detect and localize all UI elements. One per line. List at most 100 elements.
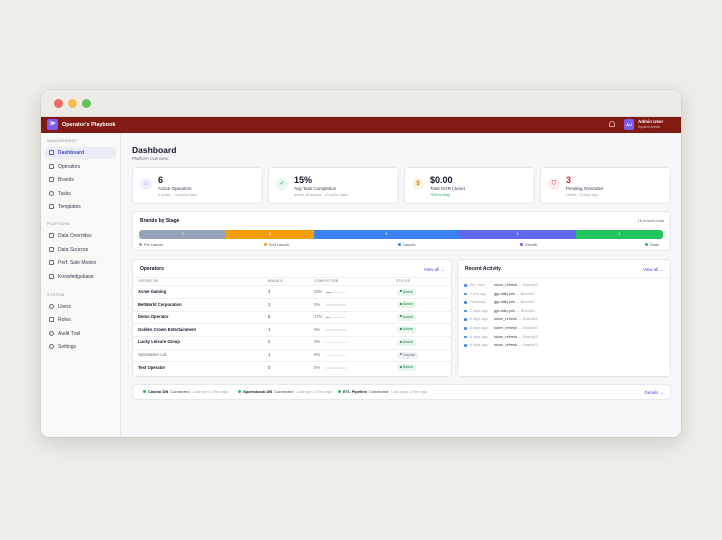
operator-name[interactable]: Test Operator [138, 365, 165, 371]
card-title: Brands by Stage [140, 218, 180, 224]
list-item[interactable]: 1 h+s ago ggr.daily.pull — Brand#1 [464, 290, 664, 298]
activity-dot [464, 344, 467, 347]
list-item[interactable]: 5m+ now token_refresh — Brand#3 [464, 281, 664, 289]
column-header[interactable]: COMPLETION [314, 279, 338, 284]
app-title[interactable]: Operator's Playbook [62, 120, 116, 130]
sidebar-item-data-overrides[interactable]: Data Overrides [45, 230, 116, 242]
list-item[interactable]: 2 days ago ggr.daily.pull — Brand#1 [464, 307, 664, 315]
status-badge: Active [397, 313, 416, 321]
kpi-label: Avg Task Completion [294, 186, 337, 191]
table-row[interactable]: SpinMaster Ltd 1 0% Inactive [133, 349, 451, 362]
sidebar-section-platform: PLATFORM [47, 222, 70, 226]
stage-count: 4 [516, 232, 519, 236]
activity-text: token_refresh — Brand#3 [494, 326, 538, 330]
window-chrome [41, 90, 681, 117]
sidebar-item-audit-trail[interactable]: Audit Trail [45, 328, 116, 340]
column-header[interactable]: STATUS [396, 279, 410, 284]
sidebar-item-templates[interactable]: Templates [45, 201, 116, 213]
maximize-window-button[interactable] [82, 99, 91, 108]
stage-segment-launch[interactable]: 5 [313, 230, 460, 239]
operator-name[interactable]: Lucky Leisure Group [138, 339, 180, 345]
kpi-sub: +0% vs May [430, 193, 450, 197]
brands-total: 18 brands total [637, 218, 664, 223]
operator-name[interactable]: Demo Operator [138, 314, 168, 320]
sidebar-item-dashboard[interactable]: Dashboard [45, 147, 116, 159]
legend-item: Scale [645, 243, 660, 248]
activity-time: 5m+ now [470, 283, 485, 287]
sidebar-item-brands[interactable]: Brands [45, 174, 116, 186]
activity-dot [464, 292, 467, 296]
file-icon [49, 204, 54, 209]
system-item-sportsbook-db: Sportsbook DB Connected Last sync 17hrs ag… [238, 385, 332, 399]
history-icon [49, 331, 54, 336]
stage-segment-pre-launch[interactable]: 3 [139, 230, 227, 239]
table-row[interactable]: Lucky Leisure Group 2 0% Active [133, 336, 451, 349]
list-item[interactable]: 5 days ago token_refresh — Brand#3 [464, 324, 664, 332]
sidebar-item-users[interactable]: Users [45, 301, 116, 313]
activity-dot [464, 284, 467, 287]
sidebar-item-settings[interactable]: Settings [45, 341, 116, 353]
sidebar-item-label: Templates [58, 204, 81, 210]
operator-name[interactable]: BetWorld Corporation [138, 302, 182, 308]
legend-label: Pre Launch [144, 243, 164, 247]
card-title: Recent Activity [465, 266, 501, 272]
table-row[interactable]: BetWorld Corporation 3 0% Active [133, 299, 451, 312]
kpi-label: Pending Overrides [566, 186, 604, 191]
app-logo-icon[interactable]: ≫ [47, 119, 58, 130]
bell-icon[interactable] [609, 121, 615, 127]
table-row[interactable]: Acme Gaming 3 25% Active [133, 286, 451, 299]
operator-brands: 3 [268, 301, 271, 307]
sidebar-item-operators[interactable]: Operators [45, 161, 116, 173]
column-header[interactable]: BRANDS [268, 279, 283, 284]
sidebar-item-label: Knowledgebase [58, 274, 94, 280]
system-details-link[interactable]: Details → [644, 389, 664, 396]
table-row[interactable]: Golden Crown Entertainment 1 0% Active [133, 324, 451, 337]
avatar[interactable]: AU [624, 119, 634, 130]
status-badge: Active [397, 364, 416, 372]
legend-item: Soft Launch [264, 243, 289, 248]
stage-segment-soft-launch[interactable]: 3 [226, 230, 314, 239]
list-item[interactable]: 5 days ago token_refresh — Brand#3 [464, 341, 664, 349]
sidebar-item-tasks[interactable]: Tasks [45, 188, 116, 200]
operator-brands: 3 [268, 289, 271, 294]
column-header[interactable]: OPERATOR [138, 279, 158, 284]
kpi-card-active-operators[interactable]: ⌂ 6 Active Operators 6 active · 1 inacti… [132, 167, 263, 204]
kpi-card-avg-task-completion[interactable]: ✓ 15% Avg Task Completion across all bra… [268, 167, 399, 204]
table-row[interactable]: Test Operator 0 0% Active [133, 362, 451, 375]
sidebar-item-label: Settings [58, 344, 77, 350]
kpi-card-pending-overrides[interactable]: ⛉ 3 Pending Overrides Oldest: 73 days ag… [540, 167, 671, 204]
kpi-label: Active Operators [158, 186, 192, 191]
sidebar-item-roles[interactable]: Roles [45, 314, 116, 326]
list-item[interactable]: 5 days ago token_refresh — Brand#3 [464, 333, 664, 341]
sidebar-item-perf-sale-modes[interactable]: Perf. Sale Modes [45, 257, 116, 269]
kpi-card-total-ggr[interactable]: $ $0.00 Total GGR (June) +0% vs May [404, 167, 535, 204]
kpi-sub: across all brands · 10 active tasks [294, 193, 349, 197]
operator-name[interactable]: Golden Crown Entertainment [138, 327, 196, 333]
activity-time: 2 days ago [470, 308, 488, 313]
gear-icon [49, 344, 54, 349]
operator-name[interactable]: Acme Gaming [138, 289, 166, 295]
stage-segment-scale[interactable]: 3 [575, 230, 663, 239]
completion-progress-bar [326, 304, 346, 306]
list-item[interactable]: 5 days ago token_refresh — Brand#3 [464, 315, 664, 323]
activity-time: 5 days ago [470, 343, 488, 348]
sidebar-section-management: MANAGEMENT [47, 139, 78, 143]
sidebar-item-data-sources[interactable]: Data Sources [45, 244, 116, 256]
sidebar-item-knowledgebase[interactable]: Knowledgebase [45, 271, 116, 283]
activity-view-all-link[interactable]: View all → [643, 266, 664, 273]
minimize-window-button[interactable] [68, 99, 77, 108]
activity-text: token_refresh — Brand#3 [494, 283, 538, 287]
list-item[interactable]: Yesterday ggr.daily.pull — Brand#1 [464, 298, 664, 306]
table-row[interactable]: Demo Operator 6 17% Active [133, 311, 451, 324]
page-title: Dashboard [132, 145, 177, 155]
operators-view-all-link[interactable]: View all → [424, 266, 445, 273]
close-window-button[interactable] [54, 99, 63, 108]
activity-text: token_refresh — Brand#3 [494, 317, 538, 322]
sidebar-item-label: Perf. Sale Modes [58, 260, 97, 266]
sidebar-item-label: Operators [58, 164, 81, 170]
legend-label: Scale [650, 243, 660, 247]
operator-name[interactable]: SpinMaster Ltd [138, 352, 166, 358]
sidebar-item-label: Tasks [58, 191, 71, 197]
operator-completion: 0% [314, 364, 321, 370]
stage-segment-growth[interactable]: 4 [459, 230, 576, 239]
